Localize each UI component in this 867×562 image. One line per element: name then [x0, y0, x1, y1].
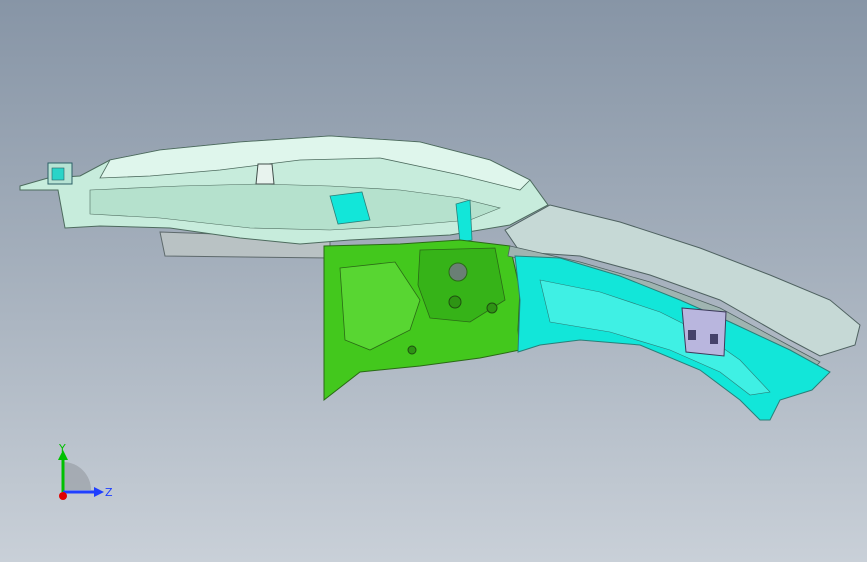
car-body-panel-model[interactable]	[0, 0, 867, 562]
green-panel-hole-right	[486, 302, 498, 314]
z-axis-arrow	[94, 487, 104, 497]
axis-triad[interactable]: Y Z	[48, 440, 118, 510]
cad-3d-viewport[interactable]: Y Z	[0, 0, 867, 562]
green-panel-hole-lower	[407, 345, 417, 355]
y-axis-label: Y	[58, 442, 66, 455]
green-panel-hole-small	[448, 295, 462, 309]
top-clip	[255, 163, 275, 185]
bracket-slot-left	[688, 330, 696, 340]
rail-cyan-bracket	[455, 199, 473, 243]
triad-plane-sector	[63, 462, 91, 490]
bracket-slot-right	[710, 334, 718, 344]
z-axis-label: Z	[105, 486, 113, 499]
x-axis-dot	[59, 492, 67, 500]
left-end-tab-cyan	[51, 167, 65, 181]
green-panel-hole-large	[448, 262, 468, 282]
